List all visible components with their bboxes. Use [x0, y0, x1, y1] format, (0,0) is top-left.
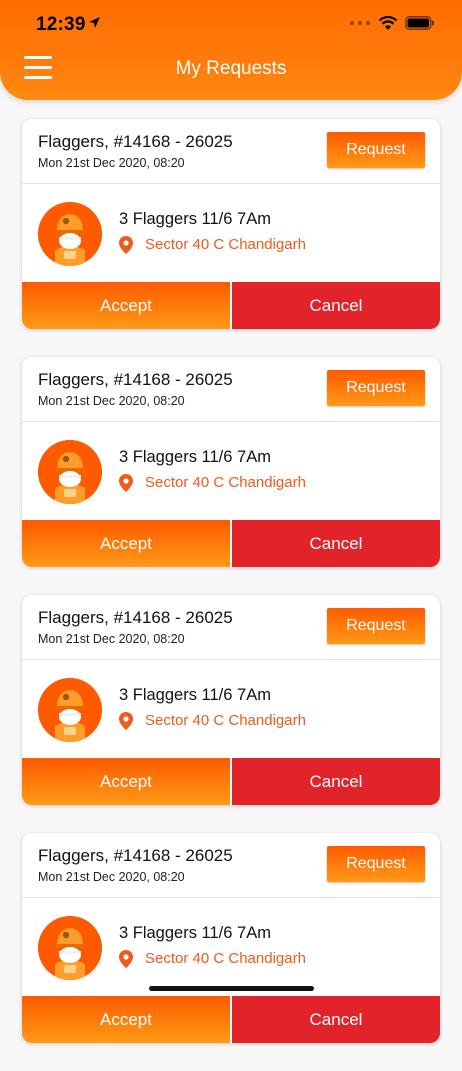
- wifi-icon: [378, 16, 398, 30]
- cancel-button[interactable]: Cancel: [232, 520, 440, 567]
- card-divider: [22, 659, 440, 660]
- map-pin-icon: [119, 236, 133, 254]
- accept-button[interactable]: Accept: [22, 996, 230, 1043]
- job-description: 3 Flaggers 11/6 7Am: [119, 924, 271, 942]
- request-button[interactable]: Request: [327, 370, 425, 406]
- status-bar: 12:39: [0, 0, 462, 50]
- worker-avatar-icon: [38, 678, 102, 742]
- request-date: Mon 21st Dec 2020, 08:20: [38, 870, 185, 884]
- job-location[interactable]: Sector 40 C Chandigarh: [145, 950, 306, 967]
- job-description: 3 Flaggers 11/6 7Am: [119, 686, 271, 704]
- cancel-button[interactable]: Cancel: [232, 758, 440, 805]
- job-location[interactable]: Sector 40 C Chandigarh: [145, 712, 306, 729]
- accept-button[interactable]: Accept: [22, 520, 230, 567]
- app-header: 12:39 My Requests: [0, 0, 462, 100]
- accept-button[interactable]: Accept: [22, 758, 230, 805]
- request-date: Mon 21st Dec 2020, 08:20: [38, 156, 185, 170]
- cancel-button[interactable]: Cancel: [232, 282, 440, 329]
- request-title: Flaggers, #14168 - 26025: [38, 846, 233, 865]
- request-card: Flaggers, #14168 - 26025 Mon 21st Dec 20…: [22, 119, 440, 329]
- home-indicator[interactable]: [149, 986, 314, 991]
- request-button[interactable]: Request: [327, 132, 425, 168]
- worker-avatar-icon: [38, 202, 102, 266]
- request-date: Mon 21st Dec 2020, 08:20: [38, 632, 185, 646]
- map-pin-icon: [119, 712, 133, 730]
- worker-avatar: [38, 202, 102, 266]
- job-description: 3 Flaggers 11/6 7Am: [119, 448, 271, 466]
- request-title: Flaggers, #14168 - 26025: [38, 132, 233, 151]
- location-arrow-icon: [89, 17, 100, 28]
- request-button[interactable]: Request: [327, 608, 425, 644]
- request-card: Flaggers, #14168 - 26025 Mon 21st Dec 20…: [22, 595, 440, 805]
- worker-avatar: [38, 916, 102, 980]
- worker-avatar: [38, 440, 102, 504]
- worker-avatar: [38, 678, 102, 742]
- map-pin-icon: [119, 474, 133, 492]
- worker-avatar-icon: [38, 440, 102, 504]
- request-list: Flaggers, #14168 - 26025 Mon 21st Dec 20…: [22, 119, 440, 1071]
- card-divider: [22, 421, 440, 422]
- page-title: My Requests: [175, 58, 287, 79]
- request-date: Mon 21st Dec 2020, 08:20: [38, 394, 185, 408]
- job-description: 3 Flaggers 11/6 7Am: [119, 210, 271, 228]
- job-location[interactable]: Sector 40 C Chandigarh: [145, 236, 306, 253]
- card-divider: [22, 183, 440, 184]
- cancel-button[interactable]: Cancel: [232, 996, 440, 1043]
- request-title: Flaggers, #14168 - 26025: [38, 608, 233, 627]
- card-divider: [22, 897, 440, 898]
- worker-avatar-icon: [38, 916, 102, 980]
- accept-button[interactable]: Accept: [22, 282, 230, 329]
- map-pin-icon: [119, 950, 133, 968]
- request-card: Flaggers, #14168 - 26025 Mon 21st Dec 20…: [22, 357, 440, 567]
- camera-dots-icon: [350, 21, 370, 25]
- request-card: Flaggers, #14168 - 26025 Mon 21st Dec 20…: [22, 833, 440, 1043]
- request-button[interactable]: Request: [327, 846, 425, 882]
- status-time: 12:39: [36, 14, 86, 35]
- battery-icon: [405, 16, 434, 30]
- job-location[interactable]: Sector 40 C Chandigarh: [145, 474, 306, 491]
- request-title: Flaggers, #14168 - 26025: [38, 370, 233, 389]
